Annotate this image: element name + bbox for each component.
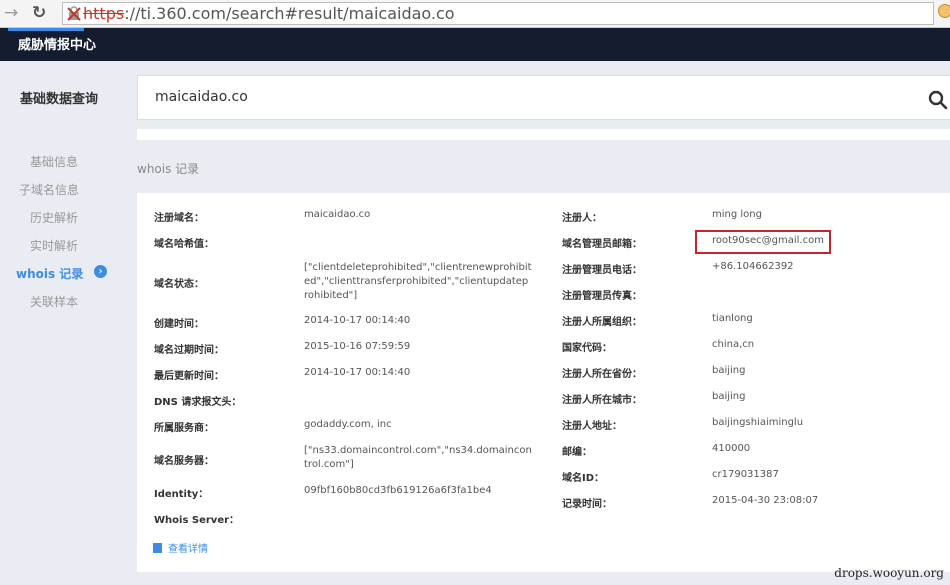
app-header: 威胁情报中心: [0, 28, 950, 61]
url-path: ://ti.360.com/search#result/maicaidao.co: [124, 4, 455, 23]
highlight-box: [695, 230, 831, 254]
field-value: 2014-10-17 00:14:40: [304, 367, 411, 378]
view-details-link[interactable]: 查看详情: [153, 540, 208, 555]
field-value: 410000: [712, 443, 751, 454]
field-value: godaddy.com, inc: [304, 419, 392, 430]
field-value: 2015-10-16 07:59:59: [304, 341, 411, 352]
field-label: 注册管理员传真：: [562, 291, 642, 302]
sidebar-item-subdomains[interactable]: 子域名信息: [19, 181, 79, 198]
field-label: 域名哈希值：: [154, 239, 214, 250]
field-label: 注册人地址：: [562, 421, 622, 432]
field-value: tianlong: [712, 313, 753, 324]
field-label: DNS 请求报文头：: [154, 397, 242, 408]
field-label: Whois Server：: [154, 515, 240, 526]
field-label: 最后更新时间：: [154, 371, 224, 382]
sidebar-item-related-samples[interactable]: 关联样本: [30, 293, 78, 310]
field-value: baijingshiaiminglu: [712, 417, 804, 428]
field-value: ["ns33.domaincontrol.com","ns34.domainco…: [304, 445, 532, 470]
field-value: 2014-10-17 00:14:40: [304, 315, 411, 326]
field-label: 注册人所属组织：: [562, 317, 642, 328]
url-scheme: https: [83, 4, 125, 23]
field-value: cr179031387: [712, 469, 779, 480]
field-label: 注册人：: [562, 213, 602, 224]
app-title[interactable]: 威胁情报中心: [8, 28, 106, 61]
field-label: 域名过期时间：: [154, 345, 224, 356]
whois-card: 注册域名： maicaidao.co 域名哈希值： 域名状态： ["client…: [137, 193, 950, 572]
results-strip: [137, 129, 950, 140]
field-label: 记录时间：: [562, 499, 612, 510]
sidebar-title: 基础数据查询: [20, 92, 99, 107]
section-header: whois 记录: [137, 150, 950, 186]
sidebar-item-whois[interactable]: whois 记录: [16, 265, 83, 282]
chevron-right-icon: ›: [94, 265, 107, 278]
field-label: 注册人所在省份：: [562, 369, 642, 380]
field-value: maicaidao.co: [304, 209, 371, 220]
field-label: 域名状态：: [154, 279, 204, 290]
field-label: Identity：: [154, 489, 209, 500]
sidebar-item-history-resolution[interactable]: 历史解析: [30, 209, 78, 226]
sidebar: 基础数据查询 基础信息 子域名信息 历史解析 实时解析 whois 记录 › 关…: [0, 61, 128, 585]
view-details-label: 查看详情: [168, 544, 208, 555]
field-value: 2015-04-30 23:08:07: [712, 495, 819, 506]
watermark: drops.wooyun.org: [834, 566, 944, 580]
field-label: 注册域名：: [154, 213, 204, 224]
field-label: 创建时间：: [154, 319, 204, 330]
section-title: whois 记录: [137, 162, 200, 176]
search-value: maicaidao.co: [155, 89, 248, 105]
reload-icon[interactable]: ↻: [32, 2, 46, 24]
field-label: 邮编：: [562, 447, 592, 458]
field-value: 09fbf160b80cd3fb619126a6f3fa1be4: [304, 485, 492, 496]
address-bar[interactable]: https://ti.360.com/search#result/maicaid…: [62, 2, 934, 25]
field-label: 注册管理员电话：: [562, 265, 642, 276]
search-icon[interactable]: [928, 90, 948, 110]
field-label: 国家代码：: [562, 343, 612, 354]
extension-icon[interactable]: [938, 4, 950, 18]
field-value: +86.104662392: [712, 261, 794, 272]
field-label: 注册人所在城市：: [562, 395, 642, 406]
field-label: 所属服务商：: [154, 423, 214, 434]
sidebar-item-basic-info[interactable]: 基础信息: [30, 153, 78, 170]
search-input[interactable]: maicaidao.co: [137, 75, 950, 120]
field-value: ["clientdeleteprohibited","clientrenewpr…: [304, 262, 532, 301]
back-arrow-icon[interactable]: →: [4, 2, 18, 24]
field-value: baijing: [712, 391, 746, 402]
broken-lock-icon: [67, 6, 81, 21]
document-icon: [153, 543, 162, 553]
field-label: 域名ID：: [562, 473, 605, 484]
sidebar-item-realtime-resolution[interactable]: 实时解析: [30, 237, 78, 254]
field-value: china,cn: [712, 339, 755, 350]
browser-toolbar: → ↻ https://ti.360.com/search#result/mai…: [0, 0, 950, 28]
field-value: ming long: [712, 209, 762, 220]
field-value: baijing: [712, 365, 746, 376]
field-label: 域名服务器：: [154, 456, 214, 467]
field-label: 域名管理员邮箱：: [562, 239, 642, 250]
